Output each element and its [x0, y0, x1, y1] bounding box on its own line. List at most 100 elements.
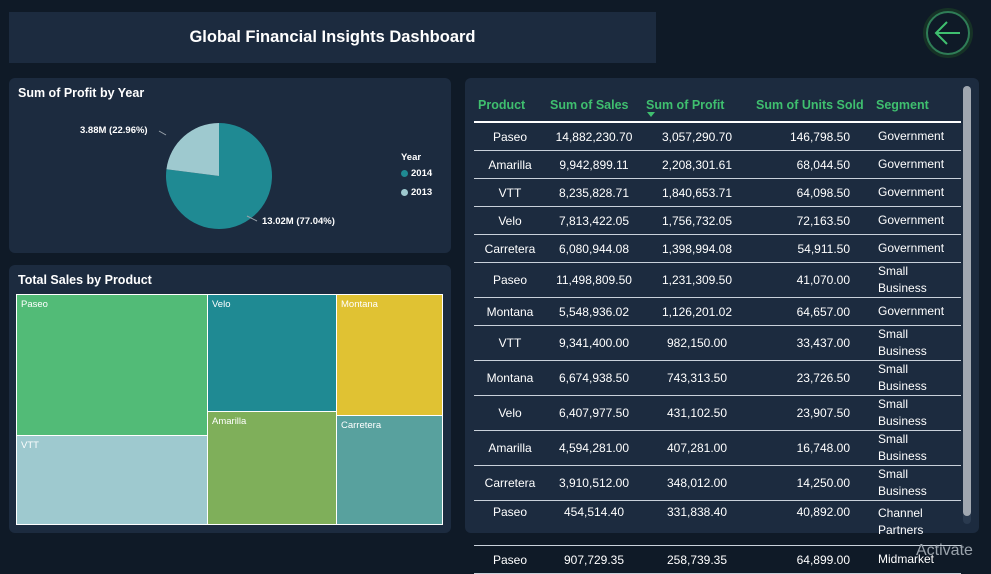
cell-segment: Government — [872, 150, 961, 179]
cell-product: Carretera — [474, 234, 546, 263]
table-row[interactable]: Carretera 3,910,512.00 348,012.00 14,250.00… — [474, 465, 961, 501]
treemap-cell-velo[interactable]: Velo — [207, 294, 337, 412]
cell-units: 64,098.50 — [752, 178, 872, 207]
treemap-title: Total Sales by Product — [18, 273, 152, 287]
treemap-label-montana: Montana — [341, 299, 378, 310]
cell-profit: 1,840,653.71 — [642, 178, 752, 207]
cell-units: 146,798.50 — [752, 122, 872, 151]
cell-product: Amarilla — [474, 430, 546, 466]
treemap-label-carretera: Carretera — [341, 420, 382, 431]
table-scrollbar[interactable] — [963, 86, 971, 524]
table-row[interactable]: Paseo 11,498,809.50 1,231,309.50 41,070.00 S… — [474, 262, 961, 298]
cell-product: VTT — [474, 178, 546, 207]
cell-segment: Government — [872, 178, 961, 207]
cell-sales: 8,235,828.71 — [546, 178, 642, 207]
table-row[interactable]: Amarilla 9,942,899.11 2,208,301.61 68,044.5… — [474, 150, 961, 179]
cell-segment: Small Business — [872, 325, 961, 361]
legend-item-2014[interactable]: 2014 — [401, 168, 432, 179]
column-header-segment[interactable]: Segment — [872, 88, 961, 123]
back-button[interactable] — [926, 11, 970, 55]
cell-units: 23,907.50 — [752, 395, 872, 431]
treemap-cell-carretera[interactable]: Carretera — [336, 415, 443, 525]
treemap-label-amarilla: Amarilla — [212, 416, 247, 427]
cell-product: Amarilla — [474, 150, 546, 179]
cell-segment: Small Business — [872, 360, 961, 396]
table-row[interactable]: Carretera 6,080,944.08 1,398,994.08 54,911.… — [474, 234, 961, 263]
sort-descending-icon — [647, 112, 655, 117]
cell-profit: 982,150.00 — [642, 325, 752, 361]
cell-sales: 14,882,230.70 — [546, 122, 642, 151]
legend-label-2014: 2014 — [411, 168, 433, 179]
cell-units: 33,437.00 — [752, 325, 872, 361]
cell-profit: 258,739.35 — [642, 545, 752, 574]
treemap-cell-paseo[interactable]: Paseo — [16, 294, 208, 436]
cell-product: Paseo — [474, 545, 546, 574]
table-row[interactable]: Amarilla 4,594,281.00 407,281.00 16,748.00 S… — [474, 430, 961, 466]
cell-segment: Small Business — [872, 430, 961, 466]
table-row[interactable]: VTT 8,235,828.71 1,840,653.71 64,098.50 Gove… — [474, 178, 961, 207]
table-row[interactable]: VTT 9,341,400.00 982,150.00 33,437.00 Small … — [474, 325, 961, 361]
dashboard-title-banner: Global Financial Insights Dashboard — [9, 12, 656, 63]
pie-leader-2013 — [158, 130, 167, 136]
cell-product: Montana — [474, 360, 546, 396]
cell-profit: 431,102.50 — [642, 395, 752, 431]
cell-product: Carretera — [474, 465, 546, 501]
cell-segment: Channel Partners — [872, 500, 961, 546]
treemap-label-vtt: VTT — [21, 440, 39, 451]
table-row[interactable]: Velo 6,407,977.50 431,102.50 23,907.50 Small… — [474, 395, 961, 431]
pie-chart[interactable] — [9, 78, 451, 253]
cell-sales: 454,514.40 — [546, 500, 642, 546]
table-row[interactable]: Velo 7,813,422.05 1,756,732.05 72,163.50 Gov… — [474, 206, 961, 235]
column-header-sales[interactable]: Sum of Sales — [546, 88, 642, 123]
cell-segment: Government — [872, 234, 961, 263]
cell-product: VTT — [474, 325, 546, 361]
cell-profit: 1,398,994.08 — [642, 234, 752, 263]
table-row[interactable]: Paseo 14,882,230.70 3,057,290.70 146,798.50… — [474, 122, 961, 151]
cell-profit: 2,208,301.61 — [642, 150, 752, 179]
cell-units: 64,657.00 — [752, 297, 872, 326]
cell-product: Paseo — [474, 500, 546, 546]
cell-units: 14,250.00 — [752, 465, 872, 501]
cell-units: 54,911.50 — [752, 234, 872, 263]
table-row[interactable]: Montana 6,674,938.50 743,313.50 23,726.50 Sm… — [474, 360, 961, 396]
cell-product: Paseo — [474, 262, 546, 298]
column-header-profit-label: Sum of Profit — [646, 97, 725, 112]
cell-sales: 907,729.35 — [546, 545, 642, 574]
table-row[interactable]: Paseo 454,514.40 331,838.40 40,892.00 Channe… — [474, 500, 961, 546]
column-header-units[interactable]: Sum of Units Sold — [752, 88, 872, 123]
legend-item-2013[interactable]: 2013 — [401, 187, 432, 198]
cell-sales: 5,548,936.02 — [546, 297, 642, 326]
cell-sales: 6,080,944.08 — [546, 234, 642, 263]
legend-dot-2014 — [401, 170, 408, 177]
pie-label-2013: 3.88M (22.96%) — [80, 125, 148, 136]
treemap-label-paseo: Paseo — [21, 299, 48, 310]
treemap-label-velo: Velo — [212, 299, 231, 310]
table-row[interactable]: Paseo 907,729.35 258,739.35 64,899.00 Midmar… — [474, 545, 961, 574]
cell-profit: 3,057,290.70 — [642, 122, 752, 151]
cell-profit: 743,313.50 — [642, 360, 752, 396]
cell-product: Velo — [474, 395, 546, 431]
cell-units: 72,163.50 — [752, 206, 872, 235]
column-header-profit[interactable]: Sum of Profit — [642, 88, 752, 123]
table-row[interactable]: Montana 5,548,936.02 1,126,201.02 64,657.00… — [474, 297, 961, 326]
pie-slice-2013[interactable] — [166, 123, 219, 176]
cell-units: 41,070.00 — [752, 262, 872, 298]
cell-sales: 9,942,899.11 — [546, 150, 642, 179]
column-header-product[interactable]: Product — [474, 88, 546, 123]
arrow-left-icon — [934, 21, 960, 45]
cell-profit: 407,281.00 — [642, 430, 752, 466]
cell-segment: Government — [872, 206, 961, 235]
cell-sales: 6,674,938.50 — [546, 360, 642, 396]
cell-profit: 1,231,309.50 — [642, 262, 752, 298]
cell-segment: Small Business — [872, 395, 961, 431]
table-scrollbar-thumb[interactable] — [963, 86, 971, 516]
cell-sales: 4,594,281.00 — [546, 430, 642, 466]
cell-units: 68,044.50 — [752, 150, 872, 179]
sales-by-product-card: Total Sales by Product Paseo VTT Velo Am… — [9, 265, 451, 533]
dashboard-title: Global Financial Insights Dashboard — [189, 28, 476, 46]
cell-segment: Small Business — [872, 262, 961, 298]
treemap-cell-amarilla[interactable]: Amarilla — [207, 411, 337, 525]
cell-sales: 9,341,400.00 — [546, 325, 642, 361]
treemap-cell-vtt[interactable]: VTT — [16, 435, 208, 525]
treemap-cell-montana[interactable]: Montana — [336, 294, 443, 416]
